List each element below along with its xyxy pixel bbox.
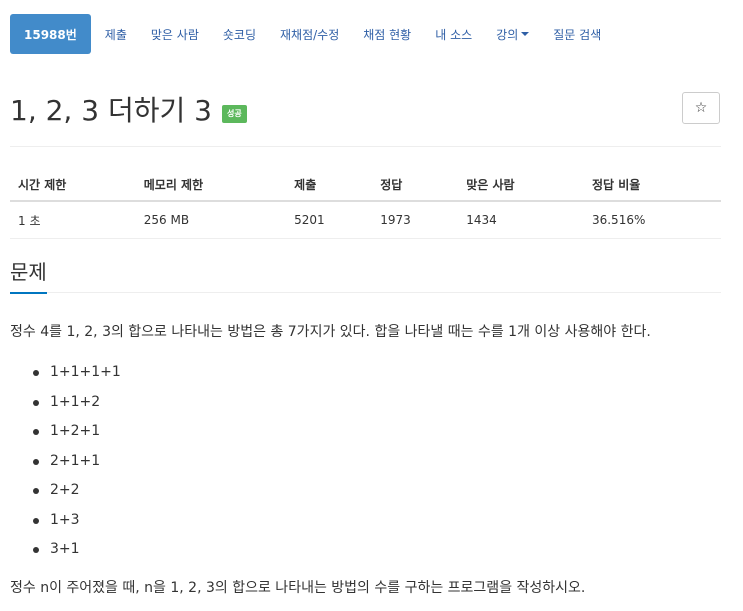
bullet-icon bbox=[33, 488, 39, 494]
list-item-text: 2+2 bbox=[50, 482, 80, 498]
tab-accepted-users[interactable]: 맞은 사람 bbox=[139, 14, 211, 54]
cell-accepted: 1973 bbox=[372, 201, 459, 239]
bullet-icon bbox=[33, 458, 39, 465]
list-item-text: 1+3 bbox=[50, 511, 80, 528]
section-title: 문제 bbox=[10, 258, 47, 294]
tab-label: 숏코딩 bbox=[222, 27, 256, 42]
problem-section-header: 문제 bbox=[10, 258, 721, 294]
tab-label: 내 소스 bbox=[435, 27, 473, 42]
problem-title-row: 1, 2, 3 더하기 3 성공 bbox=[10, 92, 247, 130]
list-item: 2+2 bbox=[10, 476, 121, 506]
star-button[interactable]: ☆ bbox=[682, 92, 720, 124]
list-item: 2+1+1 bbox=[10, 447, 121, 477]
header-accepted: 정답 bbox=[372, 168, 459, 202]
tab-question-search[interactable]: 질문 검색 bbox=[541, 14, 613, 54]
page: 15988번 제출 맞은 사람 숏코딩 재채점/수정 채점 현황 내 소스 강의… bbox=[0, 0, 743, 611]
header-accept-ratio: 정답 비율 bbox=[583, 168, 721, 202]
example-list: 1+1+1+1 1+1+2 1+2+1 2+1+1 2+2 1+3 3+1 bbox=[10, 358, 121, 565]
tab-label: 채점 현황 bbox=[363, 27, 412, 42]
header-submissions: 제출 bbox=[286, 168, 373, 202]
problem-task: 정수 n이 주어졌을 때, n을 1, 2, 3의 합으로 나타내는 방법의 수… bbox=[10, 580, 586, 596]
cell-time-limit: 1 초 bbox=[10, 201, 136, 239]
tab-label: 강의 bbox=[496, 27, 519, 42]
tab-submit[interactable]: 제출 bbox=[93, 14, 139, 54]
problem-info-table: 시간 제한 메모리 제한 제출 정답 맞은 사람 정답 비율 1 초 256 M… bbox=[10, 168, 721, 239]
table-row: 1 초 256 MB 5201 1973 1434 36.516% bbox=[10, 201, 721, 239]
header-accepted-users: 맞은 사람 bbox=[458, 168, 584, 202]
tab-label: 제출 bbox=[104, 27, 127, 42]
problem-title: 1, 2, 3 더하기 3 bbox=[10, 94, 212, 127]
problem-nav-tabs: 15988번 제출 맞은 사람 숏코딩 재채점/수정 채점 현황 내 소스 강의… bbox=[10, 14, 613, 54]
header-memory-limit: 메모리 제한 bbox=[135, 168, 287, 202]
header-time-limit: 시간 제한 bbox=[10, 168, 136, 202]
status-badge: 성공 bbox=[221, 105, 247, 123]
tab-rejudge-edit[interactable]: 재채점/수정 bbox=[268, 14, 351, 54]
list-item: 1+1+2 bbox=[10, 388, 121, 418]
bullet-icon bbox=[33, 547, 39, 553]
list-item: 1+1+1+1 bbox=[10, 358, 121, 388]
cell-submissions: 5201 bbox=[286, 201, 373, 239]
chevron-down-icon bbox=[521, 32, 530, 36]
list-item: 1+2+1 bbox=[10, 417, 121, 447]
tab-label: 질문 검색 bbox=[553, 27, 602, 42]
tab-label: 재채점/수정 bbox=[280, 27, 340, 42]
list-item-text: 2+1+1 bbox=[50, 452, 101, 469]
list-item-text: 1+1+2 bbox=[50, 393, 101, 410]
star-icon: ☆ bbox=[694, 100, 708, 116]
bullet-icon bbox=[33, 370, 39, 376]
tab-label: 15988번 bbox=[24, 27, 77, 42]
title-divider bbox=[10, 146, 721, 147]
list-item-text: 1+1+1+1 bbox=[50, 364, 121, 380]
list-item: 1+3 bbox=[10, 506, 121, 536]
tab-short-coding[interactable]: 숏코딩 bbox=[211, 14, 268, 54]
bullet-icon bbox=[33, 429, 39, 435]
problem-description: 정수 4를 1, 2, 3의 합으로 나타내는 방법은 총 7가지가 있다. 합… bbox=[10, 324, 651, 340]
tab-label: 맞은 사람 bbox=[150, 27, 199, 42]
list-item-text: 1+2+1 bbox=[50, 423, 101, 439]
cell-memory-limit: 256 MB bbox=[135, 201, 287, 239]
cell-accept-ratio: 36.516% bbox=[583, 201, 721, 239]
bullet-icon bbox=[33, 399, 39, 406]
list-item-text: 3+1 bbox=[50, 541, 80, 557]
cell-accepted-users: 1434 bbox=[458, 201, 584, 239]
bullet-icon bbox=[33, 517, 39, 524]
table-header-row: 시간 제한 메모리 제한 제출 정답 맞은 사람 정답 비율 bbox=[10, 168, 721, 202]
tab-lecture-dropdown[interactable]: 강의 bbox=[484, 14, 541, 54]
tab-my-source[interactable]: 내 소스 bbox=[423, 14, 484, 54]
tab-judge-status[interactable]: 채점 현황 bbox=[351, 14, 423, 54]
list-item: 3+1 bbox=[10, 535, 121, 565]
tab-problem-number[interactable]: 15988번 bbox=[10, 14, 91, 54]
